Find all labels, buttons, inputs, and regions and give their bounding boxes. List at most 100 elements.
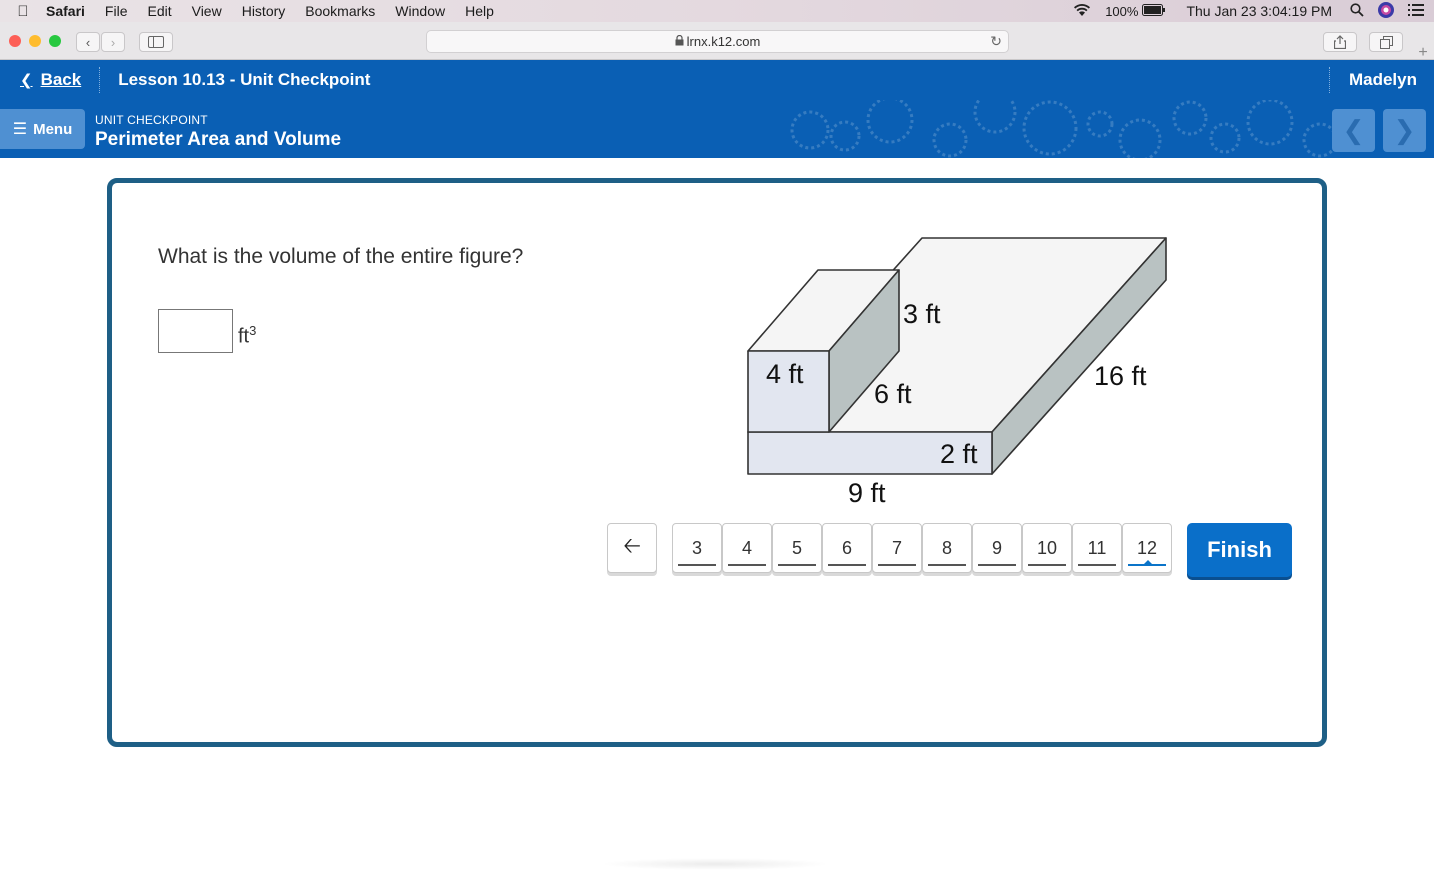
page-underline bbox=[1028, 564, 1066, 566]
back-link[interactable]: ❮ Back bbox=[20, 70, 81, 90]
page-underline bbox=[1078, 564, 1116, 566]
page-number: 7 bbox=[891, 537, 902, 558]
page-button-10[interactable]: 10 bbox=[1022, 523, 1072, 573]
page-number: 6 bbox=[841, 537, 852, 558]
tabs-icon bbox=[1379, 35, 1393, 49]
next-page-button[interactable]: ❯ bbox=[1383, 109, 1426, 152]
chevron-left-icon: ❮ bbox=[1342, 115, 1365, 145]
chevron-left-icon: ‹ bbox=[85, 34, 91, 50]
user-name[interactable]: Madelyn bbox=[1349, 70, 1417, 90]
sidebar-icon bbox=[148, 36, 164, 48]
menu-window[interactable]: Window bbox=[395, 3, 445, 19]
menu-label: Menu bbox=[33, 120, 73, 138]
back-label: Back bbox=[40, 70, 82, 89]
hamburger-icon: ☰ bbox=[12, 121, 28, 138]
page-button-6[interactable]: 6 bbox=[822, 523, 872, 573]
header-divider bbox=[1329, 67, 1330, 93]
status-area: 100% Thu Jan 23 3:04:19 PM bbox=[1073, 0, 1434, 22]
unit-base: ft bbox=[238, 325, 250, 348]
previous-page-button[interactable]: ❮ bbox=[1332, 109, 1375, 152]
menu-app-name[interactable]: Safari bbox=[46, 3, 85, 19]
minimize-window-icon[interactable] bbox=[29, 35, 41, 47]
menu-help[interactable]: Help bbox=[465, 3, 494, 19]
page-number: 9 bbox=[991, 537, 1002, 558]
sidebar-toggle-button[interactable] bbox=[139, 32, 173, 52]
wifi-icon[interactable] bbox=[1073, 3, 1091, 20]
page-button-5[interactable]: 5 bbox=[772, 523, 822, 573]
lesson-title: Lesson 10.13 - Unit Checkpoint bbox=[118, 70, 371, 89]
tabs-overview-button[interactable] bbox=[1369, 32, 1403, 52]
question-card: What is the volume of the entire figure?… bbox=[107, 178, 1327, 747]
label-long-depth: 16 ft bbox=[1094, 361, 1147, 391]
label-base-width: 9 ft bbox=[848, 478, 886, 508]
page-number-list: 3 4 5 6 7 8 9 10 11 12 bbox=[672, 523, 1172, 573]
page-underline bbox=[828, 564, 866, 566]
share-button[interactable] bbox=[1323, 32, 1357, 52]
menu-edit[interactable]: Edit bbox=[147, 3, 171, 19]
page-underline bbox=[778, 564, 816, 566]
page-button-11[interactable]: 11 bbox=[1072, 523, 1122, 573]
browser-forward-button[interactable]: › bbox=[101, 32, 125, 52]
label-base-height: 2 ft bbox=[940, 439, 978, 469]
menu-button[interactable]: ☰ Menu bbox=[0, 109, 85, 149]
spotlight-search-icon[interactable] bbox=[1350, 2, 1364, 20]
browser-toolbar: ‹ › lrnx.k12.com ↻ + bbox=[0, 22, 1434, 61]
page-underline bbox=[878, 564, 916, 566]
macos-menu-bar:  Safari File Edit View History Bookmark… bbox=[0, 0, 1434, 22]
page-number: 10 bbox=[1036, 537, 1058, 558]
page-shadow bbox=[600, 858, 830, 870]
address-bar[interactable]: lrnx.k12.com ↻ bbox=[426, 30, 1009, 53]
reload-icon[interactable]: ↻ bbox=[990, 33, 1002, 50]
question-prompt: What is the volume of the entire figure? bbox=[158, 245, 524, 268]
battery-icon[interactable] bbox=[1142, 3, 1166, 19]
lock-icon bbox=[675, 34, 684, 49]
page-button-4[interactable]: 4 bbox=[722, 523, 772, 573]
menu-history[interactable]: History bbox=[242, 3, 286, 19]
label-top-height: 3 ft bbox=[903, 299, 941, 329]
clock[interactable]: Thu Jan 23 3:04:19 PM bbox=[1186, 3, 1332, 19]
page-underline bbox=[978, 564, 1016, 566]
pager-back-button[interactable]: 🡠 bbox=[607, 523, 657, 573]
label-front-height: 4 ft bbox=[766, 359, 804, 389]
chevron-right-icon: ❯ bbox=[1393, 115, 1416, 145]
page-underline bbox=[728, 564, 766, 566]
page-button-9[interactable]: 9 bbox=[972, 523, 1022, 573]
page-underline bbox=[1128, 564, 1166, 566]
prism-figure: 3 ft 4 ft 6 ft 16 ft 2 ft 9 ft bbox=[747, 237, 1167, 508]
page-number: 11 bbox=[1087, 537, 1107, 558]
siri-icon[interactable] bbox=[1378, 1, 1394, 21]
menu-file[interactable]: File bbox=[105, 3, 128, 19]
close-window-icon[interactable] bbox=[9, 35, 21, 47]
answer-unit: ft3 bbox=[238, 323, 256, 349]
unit-exponent: 3 bbox=[249, 323, 257, 338]
notification-center-icon[interactable] bbox=[1408, 3, 1424, 19]
unit-title: Perimeter Area and Volume bbox=[95, 129, 342, 150]
finish-button[interactable]: Finish bbox=[1187, 523, 1292, 577]
page-underline bbox=[678, 564, 716, 566]
browser-back-button[interactable]: ‹ bbox=[76, 32, 100, 52]
chevron-right-icon: › bbox=[110, 34, 116, 50]
apple-icon[interactable]:  bbox=[0, 3, 46, 20]
chevron-left-icon: ❮ bbox=[20, 72, 33, 89]
url-text: lrnx.k12.com bbox=[686, 34, 761, 49]
unit-kicker: UNIT CHECKPOINT bbox=[95, 113, 208, 127]
page-underline bbox=[928, 564, 966, 566]
page-number: 8 bbox=[941, 537, 952, 558]
page-button-7[interactable]: 7 bbox=[872, 523, 922, 573]
page-number: 5 bbox=[791, 537, 802, 558]
label-small-depth: 6 ft bbox=[874, 379, 912, 409]
header-divider bbox=[99, 67, 101, 93]
new-tab-icon[interactable]: + bbox=[1412, 44, 1434, 61]
page-number: 12 bbox=[1136, 537, 1158, 558]
page-button-3[interactable]: 3 bbox=[672, 523, 722, 573]
page-button-12-current[interactable]: 12 bbox=[1122, 523, 1172, 573]
zoom-window-icon[interactable] bbox=[49, 35, 61, 47]
header-pattern bbox=[790, 100, 1338, 158]
page-button-8[interactable]: 8 bbox=[922, 523, 972, 573]
menu-bookmarks[interactable]: Bookmarks bbox=[305, 3, 375, 19]
lesson-header: ❮ Back Lesson 10.13 - Unit Checkpoint Ma… bbox=[0, 60, 1434, 100]
battery-percent: 100% bbox=[1105, 3, 1139, 19]
unit-header: ☰ Menu UNIT CHECKPOINT Perimeter Area an… bbox=[0, 100, 1434, 158]
menu-view[interactable]: View bbox=[192, 3, 222, 19]
answer-input[interactable] bbox=[158, 309, 233, 353]
